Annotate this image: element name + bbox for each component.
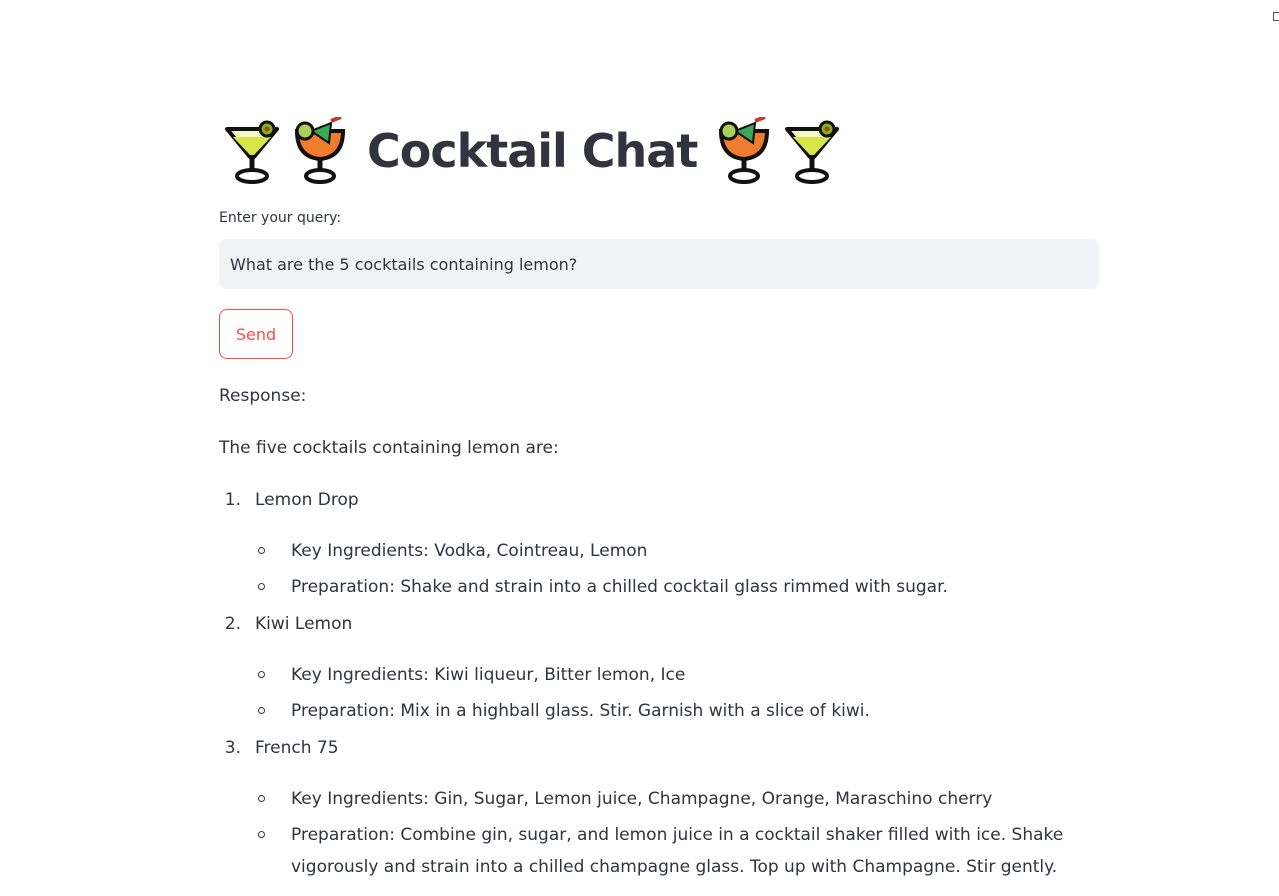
query-label: Enter your query: (219, 210, 342, 226)
sub-list-item: Preparation: Combine gin, sugar, and lem… (258, 819, 1081, 883)
bullet-icon (258, 795, 265, 802)
response-label: Response: (219, 386, 307, 406)
sub-list-item: Key Ingredients: Gin, Sugar, Lemon juice… (258, 783, 1081, 815)
list-item-number: 1. (224, 490, 241, 510)
list-item: 1. Lemon Drop (219, 487, 359, 513)
bullet-icon (258, 707, 265, 714)
sub-list-item: Preparation: Shake and strain into a chi… (258, 571, 1081, 603)
app-page: Cocktail Chat Enter your query: Send R (0, 0, 1279, 896)
bullet-icon (258, 671, 265, 678)
ingredients-text: Key Ingredients: Vodka, Cointreau, Lemon (291, 541, 648, 561)
preparation-text: Preparation: Mix in a highball glass. St… (291, 701, 870, 721)
tropical-drink-icon (719, 117, 770, 184)
page-title-row: Cocktail Chat (223, 113, 841, 189)
sub-list-item: Key Ingredients: Vodka, Cointreau, Lemon (258, 535, 1081, 567)
bullet-icon (258, 583, 265, 590)
window-corner-icon (1273, 12, 1279, 21)
preparation-text: Preparation: Combine gin, sugar, and lem… (291, 825, 1064, 877)
list-item-name: Kiwi Lemon (255, 614, 353, 634)
list-item: 3. French 75 (219, 735, 339, 761)
page-title: Cocktail Chat (367, 124, 698, 178)
query-input[interactable] (219, 239, 1099, 289)
sub-list-item: Preparation: Mix in a highball glass. St… (258, 695, 1081, 727)
bullet-icon (258, 547, 265, 554)
send-button[interactable]: Send (219, 309, 293, 359)
list-item: 2. Kiwi Lemon (219, 611, 353, 637)
bullet-icon (258, 831, 265, 838)
ingredients-text: Key Ingredients: Kiwi liqueur, Bitter le… (291, 665, 686, 685)
sub-list-item: Key Ingredients: Kiwi liqueur, Bitter le… (258, 659, 1081, 691)
preparation-text: Preparation: Shake and strain into a chi… (291, 577, 948, 597)
cocktail-glass-icon (785, 120, 840, 184)
list-item-name: Lemon Drop (255, 490, 359, 510)
response-intro: The five cocktails containing lemon are: (219, 438, 559, 458)
tropical-drink-icon (294, 117, 346, 184)
list-item-name: French 75 (255, 738, 339, 758)
cocktail-glass-icon (225, 120, 279, 184)
ingredients-text: Key Ingredients: Gin, Sugar, Lemon juice… (291, 789, 993, 809)
list-item-number: 2. (224, 614, 241, 634)
list-item-number: 3. (224, 738, 241, 758)
